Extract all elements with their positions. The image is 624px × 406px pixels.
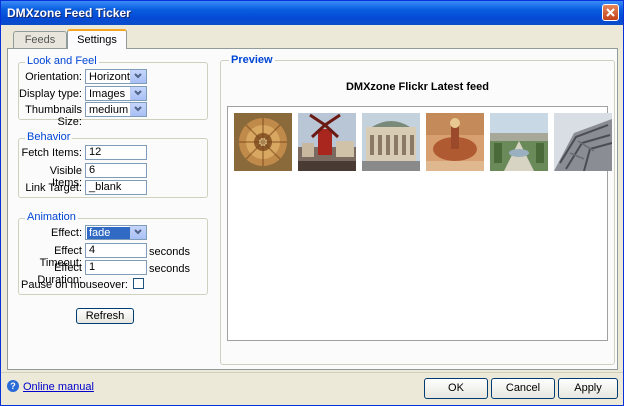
apply-button[interactable]: Apply <box>558 378 618 399</box>
chevron-down-icon <box>130 226 146 239</box>
preview-title: Preview <box>229 54 275 66</box>
cancel-button[interactable]: Cancel <box>491 378 555 399</box>
thumbnail-fountain-square[interactable] <box>426 113 484 171</box>
link-target-label: Link Target: <box>25 182 82 194</box>
effect-duration-unit: seconds <box>149 263 190 275</box>
preview-group: Preview DMXzone Flickr Latest feed <box>220 54 615 365</box>
orientation-select[interactable]: Horizontal <box>85 69 147 84</box>
display-type-select[interactable]: Images <box>85 86 147 101</box>
tab-settings[interactable]: Settings <box>67 29 127 49</box>
visible-items-input[interactable]: 6 <box>85 163 147 178</box>
dialog-window: DMXzone Feed Ticker Feeds Settings Look … <box>0 0 624 406</box>
close-button[interactable] <box>602 4 619 21</box>
look-and-feel-legend: Look and Feel <box>25 55 99 67</box>
close-icon <box>606 8 615 17</box>
chevron-down-icon <box>130 103 146 116</box>
pause-on-mouseover-label: Pause on mouseover: <box>20 279 128 291</box>
link-target-input[interactable]: _blank <box>85 180 147 195</box>
effect-duration-input[interactable]: 1 <box>85 260 147 275</box>
thumbnails-size-label: Thumbnails Size: <box>25 104 82 128</box>
display-type-label: Display type: <box>19 88 82 100</box>
help-icon[interactable]: ? <box>7 380 19 392</box>
thumbnail-tower-angle[interactable] <box>554 113 612 171</box>
pause-on-mouseover-checkbox[interactable] <box>133 278 144 289</box>
refresh-button[interactable]: Refresh <box>76 308 134 324</box>
effect-timeout-input[interactable]: 4 <box>85 243 147 258</box>
thumbnail-opera-facade[interactable] <box>362 113 420 171</box>
footer-divider <box>1 372 623 373</box>
window-title: DMXzone Feed Ticker <box>7 6 131 20</box>
thumbnail-moulin-rouge[interactable] <box>298 113 356 171</box>
orientation-label: Orientation: <box>25 71 82 83</box>
behavior-legend: Behavior <box>25 131 73 143</box>
ok-button[interactable]: OK <box>424 378 488 399</box>
online-manual-link[interactable]: Online manual <box>23 381 94 393</box>
feed-title: DMXzone Flickr Latest feed <box>345 81 490 93</box>
thumbnails-size-select[interactable]: medium <box>85 102 147 117</box>
fetch-items-label: Fetch Items: <box>21 147 82 159</box>
thumbnail-palace-gardens[interactable] <box>490 113 548 171</box>
preview-area <box>227 106 612 341</box>
chevron-down-icon <box>130 70 146 83</box>
effect-label: Effect: <box>51 227 82 239</box>
settings-panel: Look and Feel Orientation: Horizontal Di… <box>7 48 618 370</box>
title-bar[interactable]: DMXzone Feed Ticker <box>1 1 623 25</box>
chevron-down-icon <box>130 87 146 100</box>
effect-timeout-unit: seconds <box>149 246 190 258</box>
thumbnail-dome-ceiling[interactable] <box>234 113 292 171</box>
fetch-items-input[interactable]: 12 <box>85 145 147 160</box>
effect-select[interactable]: fade <box>85 225 147 240</box>
animation-legend: Animation <box>25 211 78 223</box>
tab-feeds[interactable]: Feeds <box>13 31 67 49</box>
